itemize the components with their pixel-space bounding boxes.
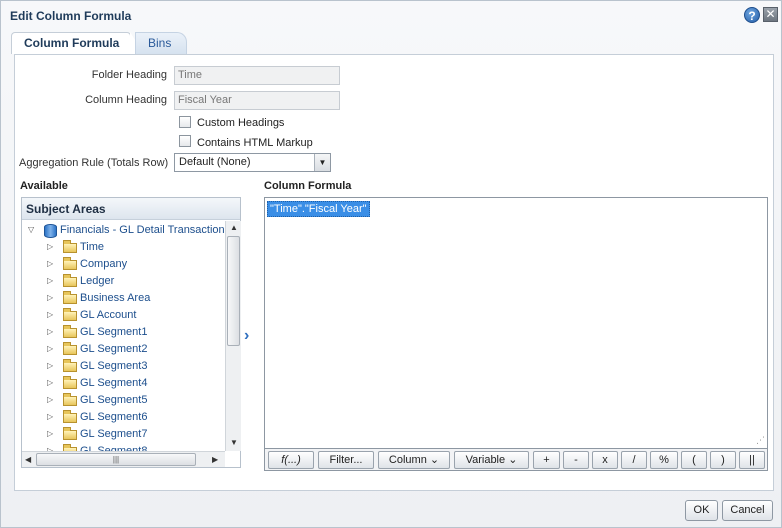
available-title: Available xyxy=(20,180,68,192)
folder-icon xyxy=(63,393,77,406)
tree-item-label: GL Segment7 xyxy=(80,428,148,440)
collapsed-triangle-icon[interactable]: ▷ xyxy=(47,293,53,302)
folder-icon xyxy=(63,291,77,304)
chevron-down-icon: ⌄ xyxy=(508,454,518,466)
minus-button[interactable]: - xyxy=(563,451,589,469)
column-heading-label: Column Heading xyxy=(85,94,167,106)
folder-icon xyxy=(63,274,77,287)
collapsed-triangle-icon[interactable]: ▷ xyxy=(47,412,53,421)
folder-icon xyxy=(63,359,77,372)
concat-button[interactable]: || xyxy=(739,451,765,469)
ok-button[interactable]: OK xyxy=(685,500,718,521)
scroll-left-icon[interactable]: ◀ xyxy=(25,455,31,464)
variable-button-label: Variable xyxy=(465,454,506,466)
subject-areas-header: Subject Areas xyxy=(22,198,240,220)
formula-expression[interactable]: "Time"."Fiscal Year" xyxy=(267,201,370,217)
folder-icon xyxy=(63,427,77,440)
column-button[interactable]: Column ⌄ xyxy=(378,451,450,469)
tree-item-label: GL Account xyxy=(80,309,137,321)
folder-heading-field[interactable]: Time xyxy=(174,66,340,85)
column-button-label: Column xyxy=(388,454,427,466)
dialog-title: Edit Column Formula xyxy=(10,9,132,23)
scroll-up-icon[interactable]: ▲ xyxy=(230,223,238,232)
close-paren-button[interactable]: ) xyxy=(710,451,736,469)
folder-icon xyxy=(63,325,77,338)
tab-bins[interactable]: Bins xyxy=(135,32,187,54)
folder-icon xyxy=(63,376,77,389)
collapsed-triangle-icon[interactable]: ▷ xyxy=(47,344,53,353)
tab-column-formula[interactable]: Column Formula xyxy=(11,32,144,54)
collapsed-triangle-icon[interactable]: ▷ xyxy=(47,310,53,319)
custom-headings-label: Custom Headings xyxy=(197,117,285,129)
tree-item-label: GL Segment4 xyxy=(80,377,148,389)
aggregation-rule-value: Default (None) xyxy=(179,156,251,168)
column-formula-title: Column Formula xyxy=(264,180,352,192)
collapsed-triangle-icon[interactable]: ▷ xyxy=(47,395,53,404)
tree-item-label: Business Area xyxy=(80,292,151,304)
scroll-right-icon[interactable]: ▶ xyxy=(212,455,218,464)
chevron-down-icon[interactable]: ▼ xyxy=(314,154,330,171)
subject-area-tree: ▽ Financials - GL Detail Transactions ▷ T… xyxy=(22,221,225,451)
collapsed-triangle-icon[interactable]: ▷ xyxy=(47,327,53,336)
folder-icon xyxy=(63,342,77,355)
divide-button[interactable]: / xyxy=(621,451,647,469)
dialog-titlebar: Edit Column Formula ? ✕ xyxy=(1,1,781,31)
aggregation-rule-select[interactable]: Default (None) ▼ xyxy=(174,153,331,172)
tree-item-label: GL Segment5 xyxy=(80,394,148,406)
tree-item-label: GL Segment3 xyxy=(80,360,148,372)
collapsed-triangle-icon[interactable]: ▷ xyxy=(47,276,53,285)
folder-icon xyxy=(63,410,77,423)
resize-grip-icon[interactable]: ⋰ xyxy=(756,435,765,446)
multiply-button[interactable]: x xyxy=(592,451,618,469)
chevron-down-icon: ⌄ xyxy=(429,454,440,466)
add-column-arrow-icon[interactable]: › xyxy=(244,327,249,345)
tree-item-label: Ledger xyxy=(80,275,115,287)
collapsed-triangle-icon[interactable]: ▷ xyxy=(47,378,53,387)
help-icon[interactable]: ? xyxy=(744,7,760,23)
plus-button[interactable]: + xyxy=(533,451,560,469)
expanded-triangle-icon[interactable]: ▽ xyxy=(28,225,34,234)
custom-headings-checkbox[interactable] xyxy=(179,116,191,128)
filter-button[interactable]: Filter... xyxy=(318,451,374,469)
subject-areas-panel: Subject Areas ▽ Financials - GL Detail T… xyxy=(21,197,241,468)
horizontal-scrollbar[interactable]: ◀ ||| ▶ xyxy=(22,451,225,467)
scroll-thumb[interactable] xyxy=(227,236,240,346)
horizontal-scroll-thumb[interactable]: ||| xyxy=(36,453,196,466)
collapsed-triangle-icon[interactable]: ▷ xyxy=(47,429,53,438)
formula-toolbar: f(...) Filter... Column ⌄ Variable ⌄ + -… xyxy=(264,449,768,471)
tree-item-label: GL Segment6 xyxy=(80,411,148,423)
collapsed-triangle-icon[interactable]: ▷ xyxy=(47,242,53,251)
tree-item-label: Company xyxy=(80,258,128,270)
tree-item-label: GL Segment1 xyxy=(80,326,148,338)
column-heading-field[interactable]: Fiscal Year xyxy=(174,91,340,110)
html-markup-label: Contains HTML Markup xyxy=(197,137,313,149)
html-markup-checkbox[interactable] xyxy=(179,135,191,147)
folder-heading-label: Folder Heading xyxy=(91,69,167,81)
cancel-button[interactable]: Cancel xyxy=(722,500,773,521)
scroll-down-icon[interactable]: ▼ xyxy=(230,438,238,447)
folder-icon xyxy=(63,240,77,253)
folder-icon xyxy=(63,308,77,321)
subject-area-icon xyxy=(44,224,57,238)
tree-item-label: GL Segment2 xyxy=(80,343,148,355)
collapsed-triangle-icon[interactable]: ▷ xyxy=(47,361,53,370)
function-button[interactable]: f(...) xyxy=(268,451,314,469)
edit-column-formula-dialog: Edit Column Formula ? ✕ Column Formula B… xyxy=(0,0,782,528)
close-icon[interactable]: ✕ xyxy=(763,7,778,22)
tree-root-label: Financials - GL Detail Transactions xyxy=(60,224,225,236)
variable-button[interactable]: Variable ⌄ xyxy=(454,451,529,469)
collapsed-triangle-icon[interactable]: ▷ xyxy=(47,259,53,268)
folder-icon xyxy=(63,257,77,270)
formula-editor[interactable]: "Time"."Fiscal Year" ⋰ xyxy=(264,197,768,449)
vertical-scrollbar[interactable]: ▲ ▼ xyxy=(225,221,241,451)
percent-button[interactable]: % xyxy=(650,451,678,469)
open-paren-button[interactable]: ( xyxy=(681,451,707,469)
tree-item-label: Time xyxy=(80,241,105,253)
aggregation-rule-label: Aggregation Rule (Totals Row) xyxy=(19,157,169,169)
